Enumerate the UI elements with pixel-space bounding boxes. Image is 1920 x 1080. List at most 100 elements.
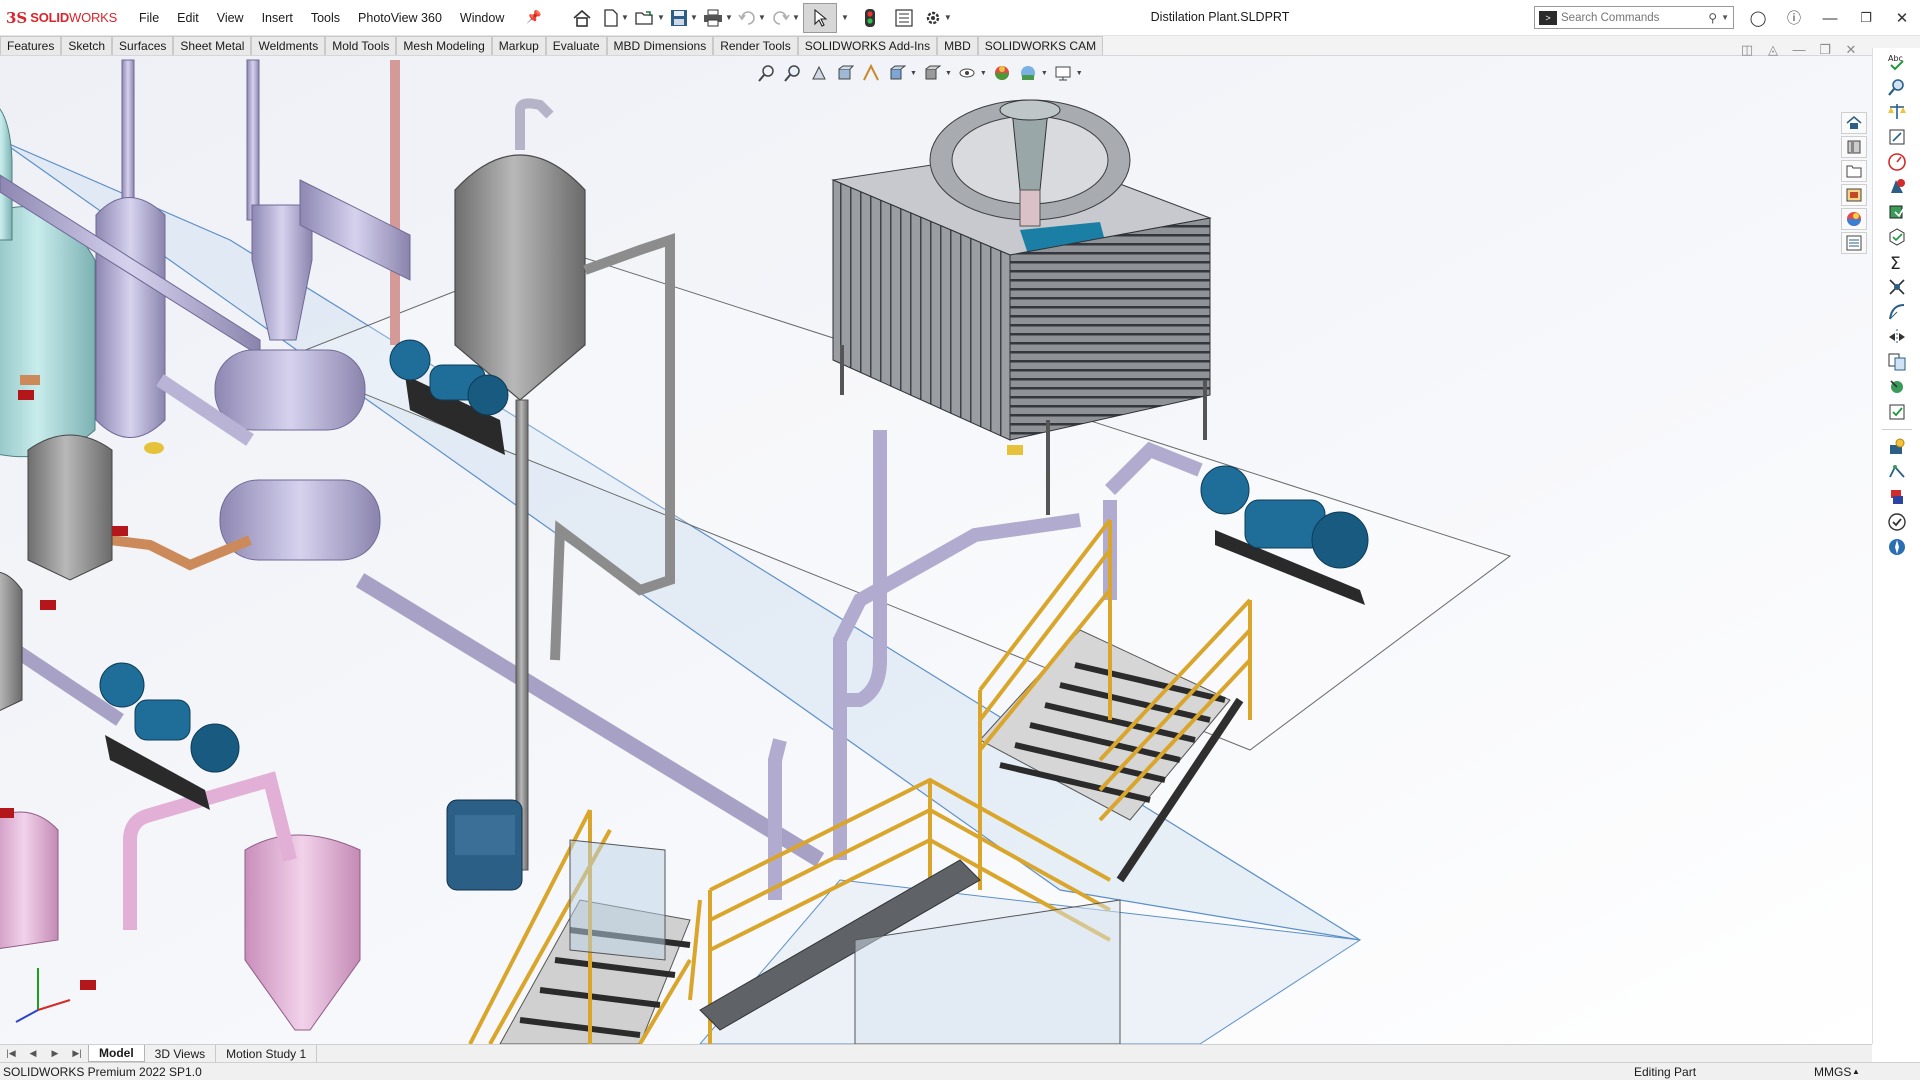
- menu-insert[interactable]: Insert: [253, 11, 302, 25]
- view-palette-tab[interactable]: [1841, 184, 1867, 206]
- appearances-tab[interactable]: [1841, 208, 1867, 230]
- mass-properties-button[interactable]: [1884, 100, 1910, 124]
- 3d-model-view[interactable]: [0, 56, 1872, 1044]
- home-button[interactable]: [565, 3, 599, 33]
- search-icon[interactable]: ⚲: [1708, 11, 1717, 25]
- tab-mold-tools[interactable]: Mold Tools: [325, 36, 397, 55]
- tab-render-tools[interactable]: Render Tools: [713, 36, 798, 55]
- blower-unit[interactable]: [446, 799, 523, 891]
- display-style-button[interactable]: [921, 62, 943, 84]
- tab-model[interactable]: Model: [88, 1045, 145, 1062]
- heat-exchanger-upper[interactable]: [214, 349, 366, 431]
- draftsight-button[interactable]: [1884, 485, 1910, 509]
- tab-evaluate[interactable]: Evaluate: [545, 36, 607, 55]
- menu-tools[interactable]: Tools: [302, 11, 349, 25]
- tab-weldments[interactable]: Weldments: [251, 36, 326, 55]
- solidworks-logo[interactable]: 3S SOLIDWORKS: [0, 9, 130, 27]
- file-properties-button[interactable]: [887, 3, 921, 33]
- view-orientation-button[interactable]: [886, 62, 908, 84]
- menu-edit[interactable]: Edit: [168, 11, 208, 25]
- curvature-button[interactable]: [1884, 300, 1910, 324]
- doc-restore-icon[interactable]: ❐: [1816, 42, 1834, 58]
- pipe-vertical-2[interactable]: [246, 59, 260, 221]
- first-tab-icon[interactable]: |◀: [0, 1045, 22, 1062]
- find-replace-button[interactable]: [1884, 75, 1910, 99]
- prev-tab-icon[interactable]: ◀: [22, 1045, 44, 1062]
- last-tab-icon[interactable]: ▶|: [66, 1045, 88, 1062]
- unit-system[interactable]: MMGS: [1814, 1065, 1851, 1079]
- chevron-down-icon[interactable]: ▼: [690, 13, 698, 22]
- view-settings-button[interactable]: [1052, 62, 1074, 84]
- design-check-button[interactable]: [1884, 460, 1910, 484]
- tab-markup[interactable]: Markup: [491, 36, 546, 55]
- chevron-down-icon[interactable]: ▼: [1041, 70, 1048, 77]
- dynamic-annotation-button[interactable]: [860, 62, 882, 84]
- tab-features[interactable]: Features: [0, 36, 62, 55]
- gray-small-tank[interactable]: [27, 434, 113, 581]
- compare-documents-button[interactable]: [1884, 350, 1910, 374]
- equations-button[interactable]: Σ: [1884, 250, 1910, 274]
- symmetry-check-button[interactable]: [1884, 325, 1910, 349]
- menu-window[interactable]: Window: [451, 11, 513, 25]
- check-button[interactable]: [1884, 150, 1910, 174]
- new-document-button[interactable]: ▼: [599, 3, 633, 33]
- costing-button[interactable]: [1884, 435, 1910, 459]
- chevron-down-icon[interactable]: ▼: [841, 13, 849, 22]
- chevron-down-icon[interactable]: ▼: [725, 13, 733, 22]
- chevron-down-icon[interactable]: ▼: [1721, 13, 1729, 22]
- geometry-check-button[interactable]: [1884, 225, 1910, 249]
- menu-file[interactable]: File: [130, 11, 168, 25]
- options-button[interactable]: ▼: [921, 3, 955, 33]
- sensor-button[interactable]: [1884, 275, 1910, 299]
- tab-sheet-metal[interactable]: Sheet Metal: [173, 36, 252, 55]
- close-icon[interactable]: ✕: [1884, 9, 1920, 27]
- redo-button[interactable]: ▼: [769, 3, 803, 33]
- lavender-vessel[interactable]: [95, 197, 166, 438]
- zoom-to-fit-button[interactable]: [756, 62, 778, 84]
- doc-close-icon[interactable]: ✕: [1842, 42, 1860, 58]
- help-icon[interactable]: ⓘ: [1776, 8, 1812, 28]
- chevron-down-icon[interactable]: ▼: [792, 13, 800, 22]
- measure-button[interactable]: [1884, 125, 1910, 149]
- 3dexperience-button[interactable]: [1884, 535, 1910, 559]
- chevron-down-icon[interactable]: ▼: [758, 13, 766, 22]
- rebuild-button[interactable]: [853, 3, 887, 33]
- open-button[interactable]: ▼: [633, 3, 667, 33]
- hide-show-items-button[interactable]: [956, 62, 978, 84]
- select-button[interactable]: [802, 2, 837, 33]
- tab-mesh-modeling[interactable]: Mesh Modeling: [396, 36, 492, 55]
- undo-button[interactable]: ▼: [735, 3, 769, 33]
- tab-motion-study-1[interactable]: Motion Study 1: [216, 1045, 318, 1062]
- design-library-tab[interactable]: [1841, 136, 1867, 158]
- solidworks-resources-tab[interactable]: [1841, 112, 1867, 134]
- doc-minimize-icon[interactable]: —: [1790, 42, 1808, 58]
- pink-tank-left[interactable]: [0, 811, 59, 950]
- chevron-down-icon[interactable]: ▼: [944, 13, 952, 22]
- import-diagnostics-button[interactable]: [1884, 400, 1910, 424]
- tab-solidworks-add-ins[interactable]: SOLIDWORKS Add-Ins: [797, 36, 938, 55]
- chevron-down-icon[interactable]: ▼: [657, 13, 665, 22]
- custom-properties-tab[interactable]: [1841, 232, 1867, 254]
- tile-left-icon[interactable]: ◫: [1738, 42, 1756, 58]
- zoom-to-area-button[interactable]: [782, 62, 804, 84]
- chevron-down-icon[interactable]: ▼: [980, 70, 987, 77]
- tab-mbd[interactable]: MBD: [937, 36, 978, 55]
- section-view-button[interactable]: [834, 62, 856, 84]
- tab-surfaces[interactable]: Surfaces: [112, 36, 174, 55]
- graphics-area[interactable]: [0, 56, 1872, 1044]
- tab-solidworks-cam[interactable]: SOLIDWORKS CAM: [977, 36, 1104, 55]
- chevron-down-icon[interactable]: ▼: [945, 70, 952, 77]
- chevron-down-icon[interactable]: ▼: [621, 13, 629, 22]
- print-button[interactable]: ▼: [701, 3, 735, 33]
- search-input[interactable]: [1561, 11, 1701, 24]
- chevron-down-icon[interactable]: ▼: [910, 70, 917, 77]
- chevron-up-icon[interactable]: ▲: [1852, 1067, 1860, 1076]
- verify-button[interactable]: [1884, 510, 1910, 534]
- edit-appearance-button[interactable]: [991, 62, 1013, 84]
- thickness-analysis-button[interactable]: [1884, 375, 1910, 399]
- tab-sketch[interactable]: Sketch: [61, 36, 113, 55]
- previous-view-button[interactable]: [808, 62, 830, 84]
- chevron-down-icon[interactable]: ▼: [1076, 70, 1083, 77]
- user-account-icon[interactable]: ◯: [1740, 9, 1776, 27]
- spell-check-button[interactable]: Abc: [1884, 50, 1910, 74]
